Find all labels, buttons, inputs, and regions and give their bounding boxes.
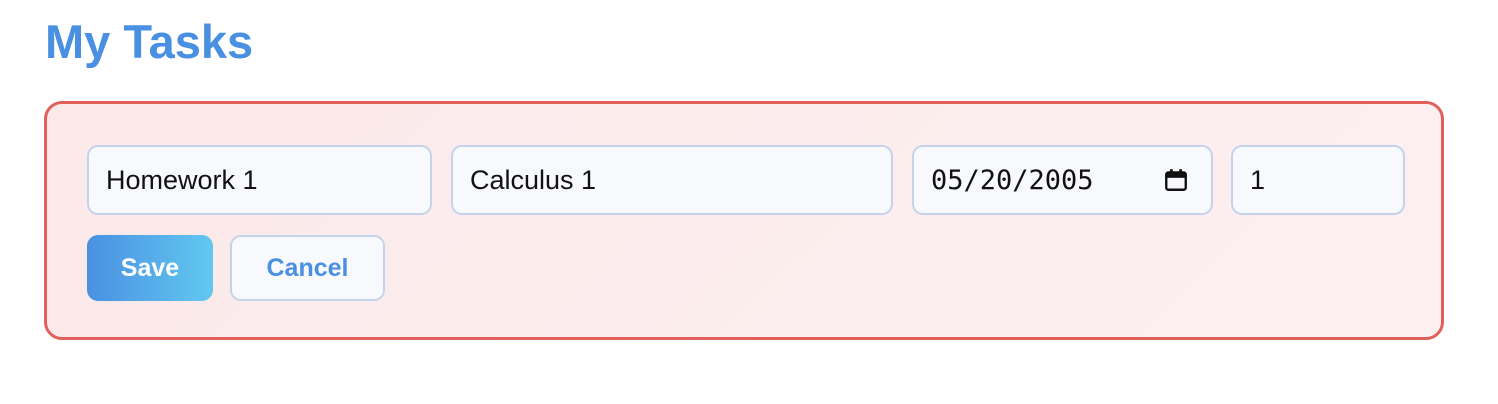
calendar-icon[interactable] [1163, 167, 1189, 193]
due-date-value: 05/20/2005 [931, 164, 1094, 196]
tasks-page: My Tasks Homework 1 Calculus 1 05/20/200… [0, 0, 1498, 404]
task-name-value: Homework 1 [106, 164, 258, 195]
task-name-input[interactable]: Homework 1 [87, 145, 432, 215]
course-input[interactable]: Calculus 1 [451, 145, 893, 215]
page-title: My Tasks [45, 15, 254, 68]
task-edit-panel: Homework 1 Calculus 1 05/20/2005 1 Save … [44, 101, 1444, 340]
priority-input[interactable]: 1 [1231, 145, 1405, 215]
priority-value: 1 [1250, 164, 1266, 195]
cancel-button[interactable]: Cancel [230, 235, 385, 301]
course-value: Calculus 1 [470, 164, 597, 195]
save-button[interactable]: Save [87, 235, 213, 301]
due-date-input[interactable]: 05/20/2005 [912, 145, 1213, 215]
